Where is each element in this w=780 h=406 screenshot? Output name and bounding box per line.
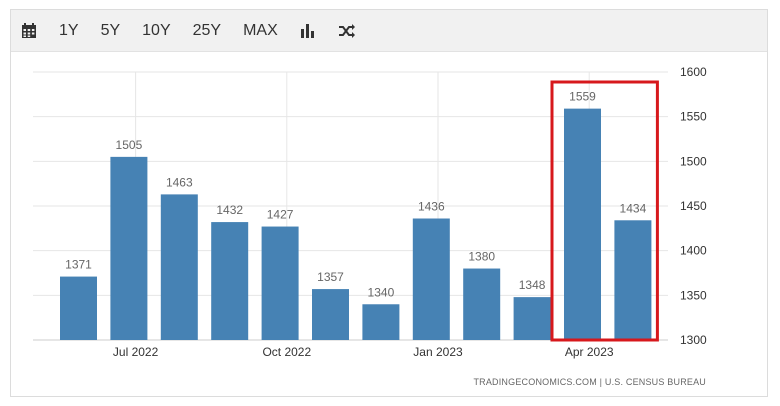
y-tick-label: 1600 (680, 65, 707, 79)
bar-value-label: 1348 (519, 278, 546, 292)
source-credit: TRADINGECONOMICS.COM | U.S. CENSUS BUREA… (473, 377, 706, 387)
y-tick-label: 1550 (680, 110, 707, 124)
x-tick-label: Oct 2022 (262, 345, 311, 359)
bar-value-label: 1340 (368, 285, 395, 299)
bar (211, 222, 249, 340)
bar (564, 108, 601, 340)
bar (60, 276, 97, 340)
bar-value-label: 1505 (116, 138, 143, 152)
bar (614, 220, 652, 340)
bar-value-label: 1463 (166, 175, 193, 189)
bar-value-label: 1436 (418, 200, 445, 214)
y-tick-label: 1350 (680, 288, 707, 302)
bars (60, 108, 652, 340)
x-tick-label: Jan 2023 (413, 345, 463, 359)
bar-value-label: 1357 (317, 270, 344, 284)
bar (160, 194, 198, 340)
bar-value-label: 1380 (468, 250, 495, 264)
bar-value-label: 1559 (569, 90, 596, 104)
bar-value-label: 1371 (65, 258, 92, 272)
y-axis: 1300 1350 1400 1450 1500 1550 1600 (680, 65, 707, 347)
bar-value-label: 1427 (267, 208, 294, 222)
y-tick-label: 1400 (680, 244, 707, 258)
x-axis: Jul 2022 Oct 2022 Jan 2023 Apr 2023 (113, 345, 614, 359)
y-tick-label: 1500 (680, 154, 707, 168)
x-tick-label: Jul 2022 (113, 345, 159, 359)
x-tick-label: Apr 2023 (565, 345, 614, 359)
bar (261, 226, 299, 340)
bar-value-label: 1434 (620, 201, 647, 215)
bar-chart: 1371 1505 1463 1432 1427 1357 1340 1436 1380 1348… (33, 65, 707, 359)
bar (463, 268, 501, 340)
bar (110, 156, 148, 340)
bar (312, 289, 349, 340)
y-tick-label: 1450 (680, 199, 707, 213)
bar (362, 304, 400, 340)
bar (412, 218, 450, 340)
y-tick-label: 1300 (680, 333, 707, 347)
bar (513, 297, 551, 340)
bar-value-label: 1432 (216, 203, 243, 217)
value-labels: 1371 1505 1463 1432 1427 1357 1340 1436 1380 1348… (65, 90, 646, 300)
